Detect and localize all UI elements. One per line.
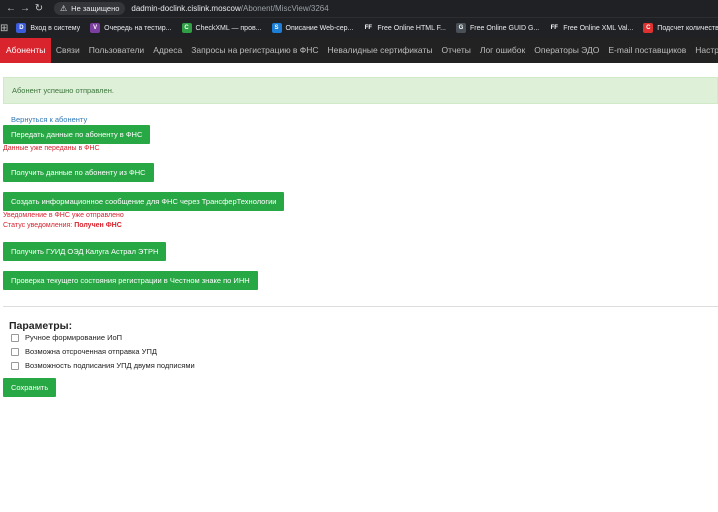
- bookmark-label: Free Online GUID G...: [470, 24, 540, 32]
- nav-item[interactable]: Лог ошибок: [475, 38, 529, 63]
- get-guid-button[interactable]: Получить ГУИД ОЭД Калуга Астрал ЭТРН: [3, 242, 167, 261]
- bookmark-label: Free Online HTML F...: [377, 24, 446, 32]
- bookmark-favicon-icon: C: [643, 23, 654, 33]
- nav-item[interactable]: Абоненты: [0, 38, 52, 63]
- nav-item[interactable]: Запросы на регистрацию в ФНС: [187, 38, 323, 63]
- success-alert: Абонент успешно отправлен.: [3, 77, 718, 104]
- bookmark-item[interactable]: V Очередь на тестир...: [90, 23, 172, 33]
- notification-status: Статус уведомления: Получен ФНС: [3, 222, 122, 229]
- reload-icon[interactable]: ↻: [32, 3, 46, 14]
- security-chip[interactable]: ⚠ Не защищено: [54, 2, 126, 15]
- bookmark-item[interactable]: C CheckXML — пров...: [181, 23, 262, 33]
- save-button[interactable]: Сохранить: [3, 378, 57, 397]
- checkbox[interactable]: [11, 361, 19, 370]
- bookmark-item[interactable]: FF Free Online HTML F...: [363, 23, 446, 33]
- bookmarks-bar: ⊞ D Вход в систему V Очередь на тестир... C C…: [0, 17, 718, 38]
- bookmark-favicon-icon: FF: [363, 23, 374, 33]
- browser-toolbar: ← → ↻ ⚠ Не защищено dadmin-doclink.cisli…: [0, 0, 718, 17]
- get-from-fns-button[interactable]: Получить данные по абоненту из ФНС: [3, 163, 154, 182]
- bookmark-item[interactable]: D Вход в систему: [16, 23, 80, 33]
- param-checkbox-manual-iop[interactable]: Ручное формирование ИоП: [11, 333, 122, 342]
- send-to-fns-button[interactable]: Передать данные по абоненту в ФНС: [3, 125, 151, 144]
- back-to-abonent-link[interactable]: Вернуться к абоненту: [11, 115, 87, 124]
- bookmark-item[interactable]: G Free Online GUID G...: [456, 23, 539, 33]
- nav-item[interactable]: Пользователи: [84, 38, 148, 63]
- nav-item[interactable]: Операторы ЭДО: [530, 38, 604, 63]
- nav-item[interactable]: Настройки: [691, 38, 718, 63]
- bookmark-item[interactable]: FF Free Online XML Val...: [549, 23, 633, 33]
- nav-item[interactable]: E-mail поставщиков: [604, 38, 691, 63]
- checkbox-label: Возможна отсроченная отправка УПД: [25, 347, 157, 356]
- bookmark-favicon-icon: C: [181, 23, 192, 33]
- create-info-message-button[interactable]: Создать информационное сообщение для ФНС…: [3, 192, 285, 211]
- main-nav: Абоненты Связи Пользователи Адреса Запросы н…: [0, 38, 718, 63]
- bookmark-label: Free Online XML Val...: [563, 24, 634, 32]
- bookmark-label: Вход в систему: [30, 24, 81, 32]
- checkbox[interactable]: [11, 347, 19, 356]
- bookmark-favicon-icon: FF: [549, 23, 560, 33]
- bookmark-favicon-icon: D: [16, 23, 27, 33]
- security-label: Не защищено: [71, 4, 120, 13]
- bookmark-favicon-icon: V: [90, 23, 101, 33]
- warning-icon: ⚠: [60, 4, 68, 13]
- url-host: dadmin-doclink.cislink.moscow: [131, 4, 241, 13]
- checkbox-label: Возможность подписания УПД двумя подпися…: [25, 361, 195, 370]
- bookmark-item[interactable]: S Описание Web-сер...: [271, 23, 354, 33]
- url-path: /Abonent/MiscView/3264: [240, 4, 329, 13]
- bookmark-label: CheckXML — пров...: [195, 24, 262, 32]
- nav-item[interactable]: Адреса: [149, 38, 187, 63]
- back-arrow-icon[interactable]: ←: [4, 3, 18, 14]
- bookmark-label: Очередь на тестир...: [104, 24, 172, 32]
- nav-item[interactable]: Связи: [51, 38, 84, 63]
- param-checkbox-dual-sign[interactable]: Возможность подписания УПД двумя подпися…: [11, 361, 195, 370]
- notification-status-value: Получен ФНС: [74, 222, 122, 229]
- checkbox-label: Ручное формирование ИоП: [25, 333, 123, 342]
- section-divider: [3, 306, 718, 307]
- apps-grid-icon[interactable]: ⊞: [0, 23, 8, 34]
- bookmark-item[interactable]: C Подсчет количеств...: [643, 23, 718, 33]
- bookmark-label: Подсчет количеств...: [657, 24, 718, 32]
- address-bar[interactable]: dadmin-doclink.cislink.moscow/Abonent/Mi…: [131, 4, 328, 13]
- notification-status-label: Статус уведомления:: [3, 222, 75, 229]
- forward-arrow-icon[interactable]: →: [18, 3, 32, 14]
- check-registration-button[interactable]: Проверка текущего состояния регистрации …: [3, 271, 258, 290]
- bookmark-label: Описание Web-сер...: [285, 24, 354, 32]
- params-title: Параметры:: [9, 320, 73, 332]
- nav-item[interactable]: Невалидные сертификаты: [323, 38, 437, 63]
- bookmark-favicon-icon: G: [456, 23, 466, 33]
- send-to-fns-note: Данные уже переданы в ФНС: [3, 145, 100, 152]
- param-checkbox-deferred-upd[interactable]: Возможна отсроченная отправка УПД: [11, 347, 157, 356]
- nav-item[interactable]: Отчеты: [437, 38, 475, 63]
- checkbox[interactable]: [11, 333, 19, 342]
- bookmark-favicon-icon: S: [271, 23, 282, 33]
- notification-sent-note: Уведомление в ФНС уже отправлено: [3, 212, 124, 219]
